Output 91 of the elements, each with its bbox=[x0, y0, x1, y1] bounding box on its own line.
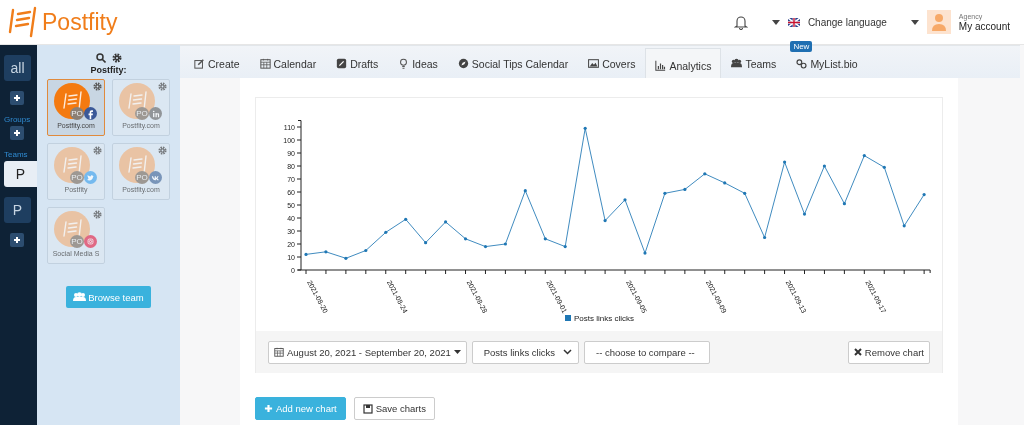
compass-icon bbox=[457, 58, 469, 69]
data-point bbox=[902, 224, 906, 228]
logo-icon bbox=[8, 6, 38, 38]
new-badge: New bbox=[790, 41, 813, 52]
remove-chart-button[interactable]: Remove chart bbox=[847, 340, 930, 364]
sidebar-button[interactable]: all bbox=[4, 55, 31, 81]
data-point bbox=[384, 230, 388, 234]
data-point bbox=[862, 154, 866, 158]
settings-icon[interactable] bbox=[111, 53, 122, 63]
tab[interactable]: Calendar bbox=[249, 49, 327, 77]
data-point bbox=[344, 256, 348, 260]
sidebar-button[interactable]: P bbox=[4, 161, 37, 187]
data-point bbox=[583, 126, 587, 130]
chevron-down-icon bbox=[563, 349, 572, 355]
linkedin-icon bbox=[149, 107, 162, 120]
data-point bbox=[802, 212, 807, 216]
team-title: Postfity: bbox=[90, 65, 127, 75]
data-point bbox=[623, 198, 627, 202]
plus-icon bbox=[12, 128, 22, 138]
data-point bbox=[783, 160, 787, 164]
pencil-icon bbox=[336, 58, 348, 69]
calendar-icon bbox=[259, 58, 271, 69]
settings-icon[interactable] bbox=[93, 82, 102, 91]
tab[interactable]: Teams bbox=[721, 49, 787, 77]
vk-icon bbox=[149, 171, 162, 184]
bar-chart-icon bbox=[655, 60, 667, 71]
calendar-icon bbox=[274, 347, 284, 357]
data-point bbox=[444, 220, 448, 224]
add-button[interactable] bbox=[10, 91, 24, 105]
add-button[interactable] bbox=[10, 126, 24, 140]
plus-icon bbox=[12, 235, 22, 245]
link-icon bbox=[796, 58, 808, 69]
data-point bbox=[364, 248, 368, 253]
brand-name: Postfity bbox=[42, 8, 118, 36]
data-point bbox=[304, 252, 308, 256]
save-button[interactable]: Save charts bbox=[353, 397, 435, 420]
metric-select[interactable]: Posts links clicks bbox=[471, 340, 579, 364]
sidebar-heading: Groups bbox=[4, 115, 31, 124]
add-button[interactable] bbox=[10, 233, 24, 247]
caret-icon bbox=[453, 350, 461, 354]
tab[interactable]: Social Tips Calendar bbox=[447, 49, 579, 77]
flag-icon bbox=[787, 17, 800, 27]
data-point bbox=[424, 241, 428, 245]
data-point bbox=[503, 242, 507, 246]
edit-icon bbox=[194, 58, 205, 69]
data-point bbox=[723, 181, 727, 185]
users-icon bbox=[731, 58, 743, 69]
data-point bbox=[463, 237, 468, 241]
data-point bbox=[603, 219, 607, 223]
users-icon bbox=[73, 292, 87, 302]
instagram-icon bbox=[84, 235, 97, 248]
caret-icon[interactable] bbox=[910, 19, 919, 25]
caret-icon[interactable] bbox=[771, 19, 780, 25]
bell-icon[interactable] bbox=[733, 14, 748, 30]
tab[interactable]: Covers bbox=[578, 49, 646, 77]
data-point bbox=[324, 250, 328, 254]
legend-label: Posts links clicks bbox=[574, 314, 634, 323]
plus-icon bbox=[12, 93, 22, 103]
plus-icon bbox=[264, 404, 273, 413]
data-point bbox=[643, 251, 647, 255]
close-icon bbox=[853, 348, 862, 356]
tab[interactable]: Create bbox=[184, 49, 250, 77]
image-icon bbox=[588, 58, 600, 69]
data-point bbox=[922, 193, 926, 197]
twitter-icon bbox=[84, 171, 97, 184]
tab[interactable]: MyList.bio bbox=[786, 49, 868, 77]
data-point bbox=[763, 235, 767, 240]
data-point bbox=[483, 245, 488, 249]
data-point bbox=[882, 165, 886, 169]
compare-select[interactable]: -- choose to compare -- bbox=[584, 340, 710, 364]
data-point bbox=[523, 189, 527, 193]
language-selector[interactable]: Change language bbox=[807, 16, 887, 28]
account-link[interactable]: My account bbox=[958, 22, 1010, 32]
data-point bbox=[563, 245, 567, 249]
date-range-picker[interactable]: August 20, 2021 - September 20, 2021 bbox=[268, 340, 467, 364]
facebook-icon bbox=[84, 107, 97, 120]
data-point bbox=[842, 202, 846, 206]
data-point bbox=[663, 191, 667, 195]
tab[interactable]: Ideas bbox=[388, 49, 448, 77]
tab[interactable]: Drafts bbox=[326, 49, 389, 77]
tab[interactable]: Analytics bbox=[645, 48, 722, 78]
sidebar-heading: Teams bbox=[4, 150, 28, 159]
lightbulb-icon bbox=[398, 58, 410, 69]
sidebar-button[interactable]: P bbox=[4, 197, 31, 223]
data-point bbox=[703, 172, 707, 176]
data-point bbox=[404, 217, 408, 221]
data-point bbox=[683, 187, 687, 191]
data-point bbox=[743, 191, 747, 195]
search-icon[interactable] bbox=[95, 53, 106, 63]
data-point bbox=[543, 237, 547, 241]
data-point bbox=[822, 164, 826, 168]
